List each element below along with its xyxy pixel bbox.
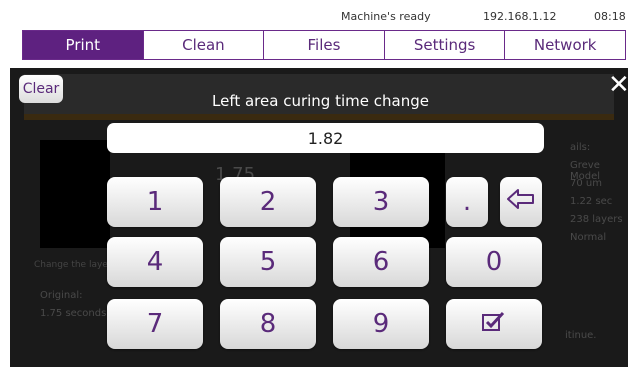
background-mode: Normal <box>570 232 607 243</box>
clock: 08:18 <box>594 10 626 23</box>
key-4[interactable]: 4 <box>107 237 203 287</box>
background-preview-left <box>40 140 110 248</box>
close-icon[interactable]: ✕ <box>608 72 630 98</box>
background-sec: 1.22 sec <box>570 196 613 207</box>
background-divider <box>24 114 614 120</box>
tab-print[interactable]: Print <box>23 31 144 59</box>
key-2[interactable]: 2 <box>220 177 316 227</box>
key-9[interactable]: 9 <box>333 299 429 349</box>
clear-button[interactable]: Clear <box>19 75 63 103</box>
key-decimal[interactable]: . <box>446 177 488 227</box>
backspace-button[interactable] <box>500 177 542 227</box>
background-layers: 238 layers <box>570 214 623 225</box>
value-display: 1.82 <box>107 123 544 153</box>
tab-settings[interactable]: Settings <box>385 31 506 59</box>
background-original-value: 1.75 seconds <box>40 308 107 319</box>
main-tabs: Print Clean Files Settings Network <box>22 30 626 60</box>
key-1[interactable]: 1 <box>107 177 203 227</box>
key-6[interactable]: 6 <box>333 237 429 287</box>
status-bar: Machine's ready 192.168.1.12 08:18 <box>0 0 638 30</box>
backspace-icon <box>506 187 536 217</box>
machine-status: Machine's ready <box>341 10 431 23</box>
background-layer-um: 70 um <box>570 178 602 189</box>
key-5[interactable]: 5 <box>220 237 316 287</box>
confirm-check-icon <box>481 309 507 339</box>
ip-address: 192.168.1.12 <box>483 10 557 23</box>
dialog-title: Left area curing time change <box>212 92 429 110</box>
background-original-label: Original: <box>40 290 83 301</box>
tab-files[interactable]: Files <box>264 31 385 59</box>
key-8[interactable]: 8 <box>220 299 316 349</box>
confirm-button[interactable] <box>446 299 542 349</box>
tab-network[interactable]: Network <box>505 31 625 59</box>
background-continue: itinue. <box>565 330 597 341</box>
key-0[interactable]: 0 <box>446 237 542 287</box>
background-hint: Change the layer <box>34 260 112 270</box>
tab-clean[interactable]: Clean <box>144 31 265 59</box>
background-details-label: ails: <box>570 142 591 153</box>
key-7[interactable]: 7 <box>107 299 203 349</box>
key-3[interactable]: 3 <box>333 177 429 227</box>
